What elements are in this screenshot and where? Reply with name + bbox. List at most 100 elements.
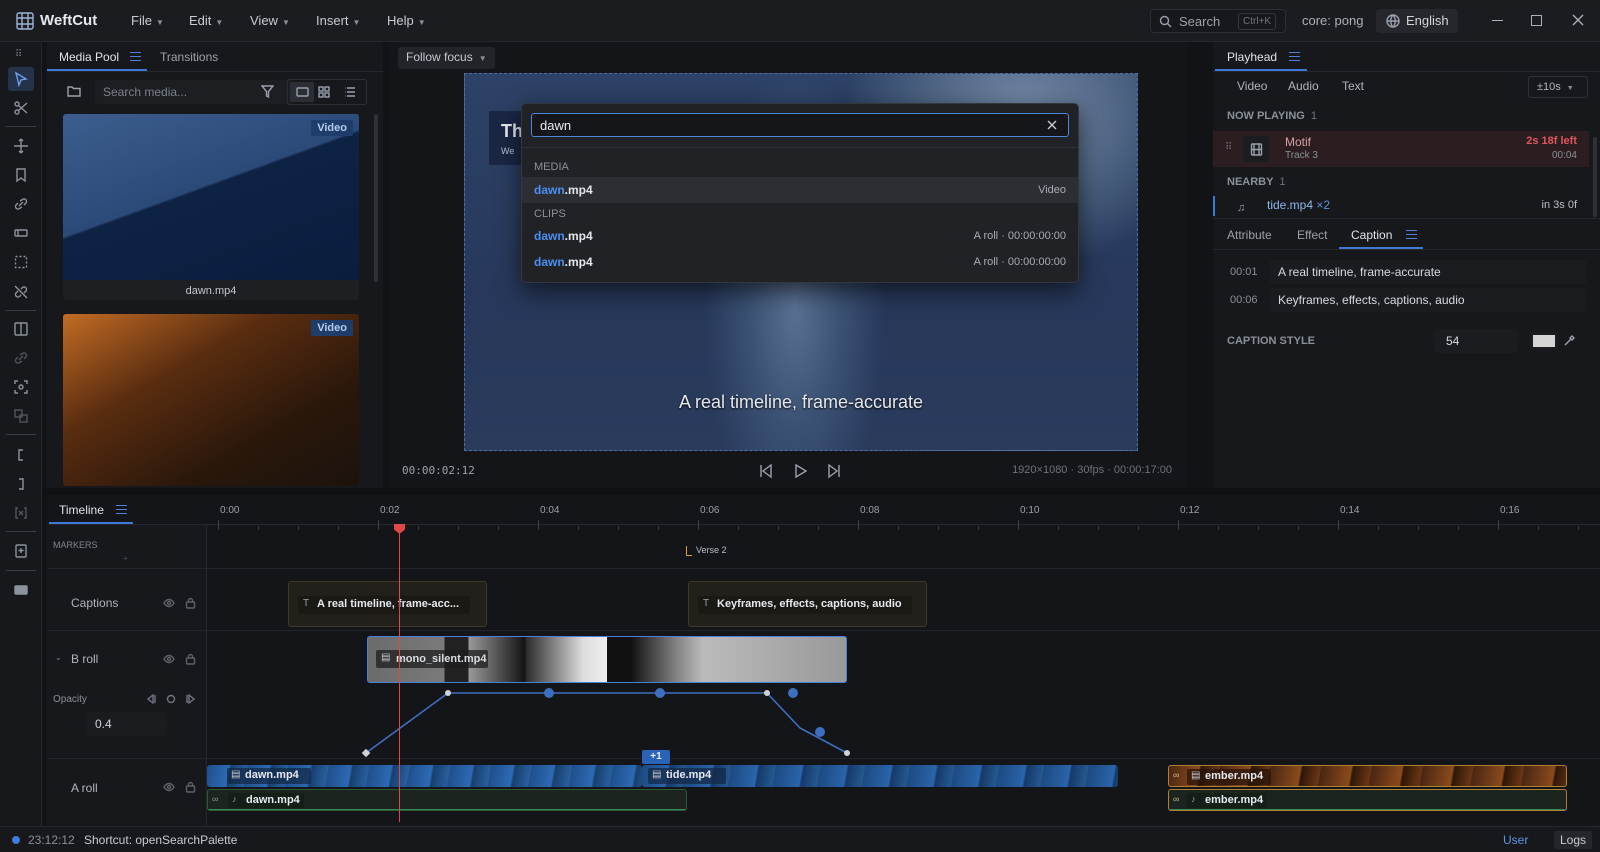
- razor-tool-icon[interactable]: [8, 96, 34, 120]
- aroll-video-clip[interactable]: ∞ ▤ ember.mp4: [1168, 765, 1567, 787]
- bookmark-tool-icon[interactable]: [8, 163, 34, 187]
- clear-search-icon[interactable]: [1047, 120, 1057, 130]
- global-search-button[interactable]: Search Ctrl+K: [1150, 9, 1286, 33]
- filter-audio[interactable]: Audio: [1288, 79, 1319, 93]
- tab-attribute[interactable]: Attribute: [1227, 228, 1272, 242]
- lock-icon[interactable]: [185, 781, 196, 793]
- select-tool-icon[interactable]: [8, 67, 34, 91]
- media-item[interactable]: Video: [63, 314, 359, 486]
- media-item[interactable]: Video dawn.mp4: [63, 114, 359, 300]
- caption-text-field[interactable]: A real timeline, frame-accurate: [1270, 260, 1586, 284]
- aroll-video-clip[interactable]: ▤ dawn.mp4: [207, 765, 642, 787]
- move-tool-icon[interactable]: [8, 134, 34, 158]
- group-icon[interactable]: [8, 404, 34, 428]
- media-pool-scrollbar[interactable]: [374, 114, 378, 282]
- skip-back-icon[interactable]: [758, 463, 774, 479]
- playhead-line[interactable]: [399, 524, 400, 822]
- app-logo-icon: [16, 12, 34, 30]
- aroll-video-clip[interactable]: ▤ tide.mp4: [642, 765, 1118, 787]
- now-playing-item[interactable]: ⠿ Motif Track 3 2s 18f left 00:04: [1213, 131, 1589, 167]
- nearby-header: NEARBY 1: [1227, 176, 1286, 188]
- mark-in-icon[interactable]: [8, 443, 34, 467]
- mark-out-icon[interactable]: [8, 472, 34, 496]
- eye-icon[interactable]: [163, 597, 175, 609]
- grid-view-icon[interactable]: [318, 86, 330, 98]
- filter-text[interactable]: Text: [1342, 79, 1364, 93]
- menu-insert[interactable]: Insert ▼: [316, 13, 360, 28]
- play-icon[interactable]: [792, 463, 808, 479]
- tab-caption[interactable]: Caption: [1351, 228, 1392, 242]
- minimize-icon[interactable]: [1492, 20, 1503, 21]
- lock-icon[interactable]: [185, 653, 196, 665]
- caption-size-input[interactable]: 54: [1434, 329, 1518, 353]
- focus-icon[interactable]: [8, 375, 34, 399]
- tab-media-pool[interactable]: Media Pool: [59, 50, 119, 64]
- eye-icon[interactable]: [163, 781, 175, 793]
- follow-focus-dropdown[interactable]: Follow focus ▼: [398, 47, 495, 69]
- filter-video[interactable]: Video: [1235, 79, 1269, 93]
- menu-help[interactable]: Help ▼: [387, 13, 426, 28]
- playhead-menu-icon[interactable]: [1289, 52, 1300, 61]
- caption-menu-icon[interactable]: [1406, 230, 1417, 239]
- caption-color-swatch[interactable]: [1530, 332, 1558, 350]
- user-button[interactable]: User: [1503, 833, 1528, 847]
- collapse-chevron-icon[interactable]: ⌄: [55, 653, 62, 662]
- next-keyframe-icon[interactable]: [186, 694, 196, 704]
- prev-keyframe-icon[interactable]: [146, 694, 156, 704]
- caption-text-field[interactable]: Keyframes, effects, captions, audio: [1270, 288, 1586, 312]
- caption-row[interactable]: 00:01 A real timeline, frame-accurate: [1213, 259, 1589, 285]
- maximize-icon[interactable]: [1531, 15, 1542, 26]
- slip-tool-icon[interactable]: [8, 221, 34, 245]
- keyframe-toggle-icon[interactable]: [166, 694, 176, 704]
- marquee-tool-icon[interactable]: [8, 250, 34, 274]
- add-marker-plus-icon[interactable]: +: [123, 554, 128, 563]
- close-icon[interactable]: [1572, 14, 1584, 26]
- menu-view[interactable]: View ▼: [250, 13, 290, 28]
- tab-effect[interactable]: Effect: [1297, 228, 1327, 242]
- menu-edit[interactable]: Edit ▼: [189, 13, 223, 28]
- drag-handle-icon[interactable]: ⠿: [1225, 142, 1232, 153]
- tab-timeline[interactable]: Timeline: [59, 503, 104, 517]
- aroll-audio-clip[interactable]: ∞ ♪ dawn.mp4: [207, 789, 687, 811]
- list-view-icon[interactable]: [344, 86, 356, 98]
- unlink-tool-icon[interactable]: [8, 280, 34, 304]
- eye-icon[interactable]: [163, 653, 175, 665]
- keyboard-icon[interactable]: [8, 578, 34, 602]
- skip-forward-icon[interactable]: [826, 463, 842, 479]
- lock-icon[interactable]: [185, 597, 196, 609]
- palette-result[interactable]: dawn.mp4 Video: [522, 177, 1078, 203]
- palette-result[interactable]: dawn.mp4 A roll · 00:00:00:00: [522, 249, 1078, 275]
- range-dropdown[interactable]: ±10s ▼: [1528, 76, 1588, 98]
- timeline-menu-icon[interactable]: [116, 505, 127, 514]
- opacity-input[interactable]: 0.4: [87, 712, 167, 736]
- nearby-scrollbar[interactable]: [1593, 137, 1597, 217]
- tab-transitions[interactable]: Transitions: [160, 50, 218, 64]
- nearby-item[interactable]: ♫ tide.mp4 ×2 in 3s 0f: [1213, 196, 1589, 216]
- link-tool-icon[interactable]: [8, 192, 34, 216]
- marker-flag-icon[interactable]: [686, 546, 692, 556]
- caption-clip[interactable]: T Keyframes, effects, captions, audio: [688, 581, 927, 627]
- filmstrip-view-icon[interactable]: [290, 82, 314, 102]
- caption-clip[interactable]: T A real timeline, frame-acc...: [288, 581, 487, 627]
- menu-file[interactable]: File ▼: [131, 13, 164, 28]
- split-view-icon[interactable]: [8, 317, 34, 341]
- logs-button[interactable]: Logs: [1554, 831, 1593, 849]
- filter-icon[interactable]: [261, 85, 274, 98]
- broll-clip[interactable]: ▤ mono_silent.mp4: [367, 636, 847, 683]
- media-pool-menu-icon[interactable]: [130, 52, 141, 61]
- import-folder-icon[interactable]: [67, 84, 81, 98]
- caption-row[interactable]: 00:06 Keyframes, effects, captions, audi…: [1213, 287, 1589, 313]
- language-button[interactable]: English: [1376, 9, 1458, 33]
- overlap-badge[interactable]: +1: [642, 750, 670, 764]
- opacity-curve[interactable]: [360, 688, 860, 758]
- add-marker-icon[interactable]: [8, 539, 34, 563]
- chain-icon[interactable]: [8, 346, 34, 370]
- eyedropper-icon[interactable]: [1563, 334, 1576, 347]
- tab-playhead[interactable]: Playhead: [1227, 50, 1277, 64]
- palette-result[interactable]: dawn.mp4 A roll · 00:00:00:00: [522, 223, 1078, 249]
- aroll-audio-clip[interactable]: ∞ ♪ ember.mp4: [1168, 789, 1567, 811]
- status-message: Shortcut: openSearchPalette: [84, 833, 238, 847]
- clear-marks-icon[interactable]: [8, 501, 34, 525]
- palette-search-input[interactable]: dawn: [531, 113, 1069, 137]
- ruler-minor-tick: [658, 526, 659, 530]
